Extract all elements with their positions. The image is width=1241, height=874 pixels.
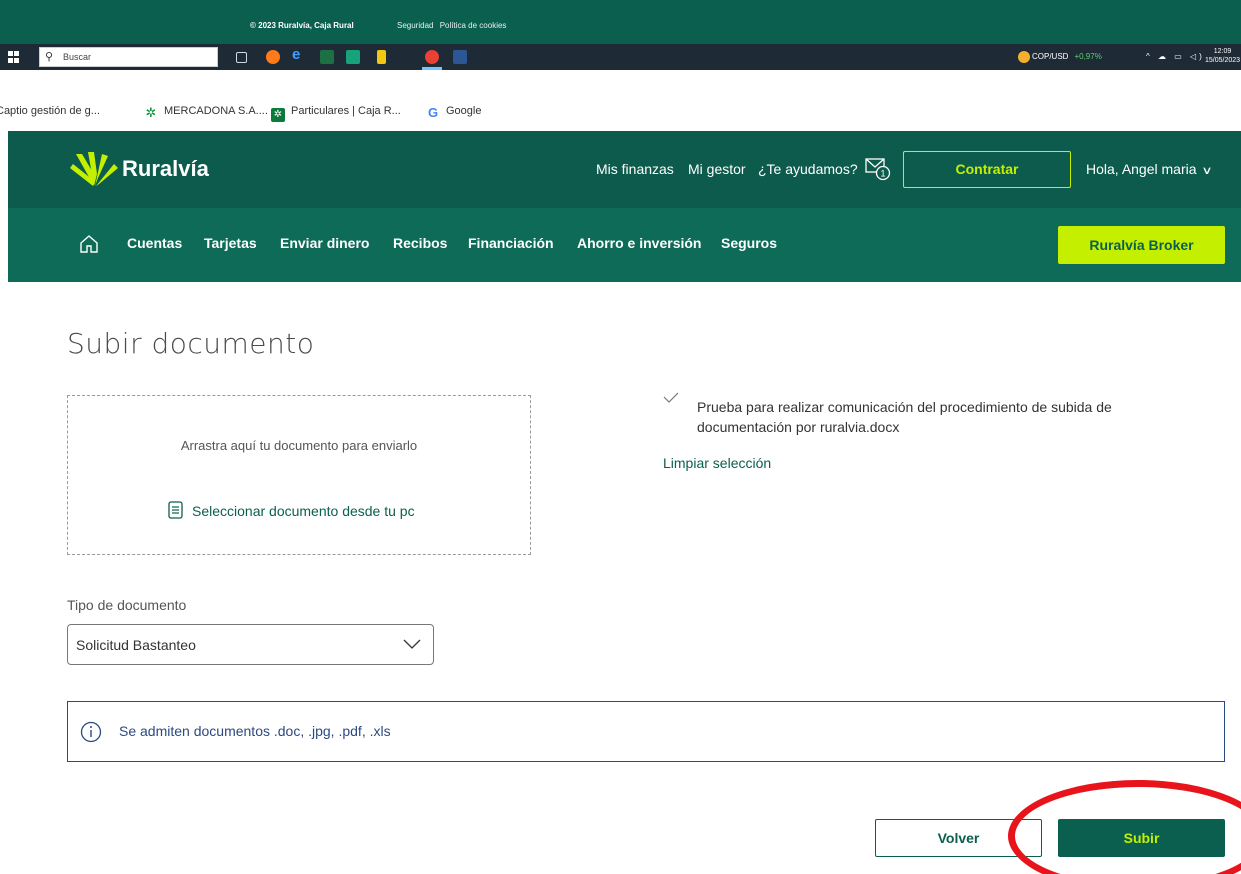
select-document-label: Seleccionar documento desde tu pc — [192, 503, 415, 519]
word-icon[interactable] — [453, 50, 467, 64]
windows-start-icon[interactable] — [8, 51, 20, 63]
bookmark-label: Particulares | Caja R... — [291, 105, 401, 117]
site-footer: © 2023 Ruralvía, Caja Rural Seguridad Po… — [0, 0, 1241, 44]
selected-file-name: Prueba para realizar comunicación del pr… — [697, 399, 1112, 435]
back-button[interactable]: Volver — [875, 819, 1042, 857]
taskbar-search-input[interactable]: ⚲ Buscar — [39, 47, 218, 67]
caja-rural-icon: ✲ — [271, 108, 285, 122]
active-app-indicator — [422, 67, 442, 70]
nav-item-seguros[interactable]: Seguros — [721, 235, 777, 251]
bookmark-label: Captio gestión de g... — [0, 105, 100, 117]
clock-date: 15/05/2023 — [1205, 57, 1241, 64]
windows-taskbar: ⚲ Buscar e COP/USD +0,97% ^ ☁ ▭ ◁) 12:09 … — [0, 44, 1241, 70]
doc-type-label: Tipo de documento — [67, 597, 187, 613]
taskbar-search-placeholder: Buscar — [63, 52, 92, 62]
user-menu[interactable]: Hola, Angel maria ∨ — [1086, 161, 1213, 177]
ticker-widget[interactable]: COP/USD +0,97% — [1032, 52, 1102, 61]
nav-item-financiacion[interactable]: Financiación — [468, 235, 554, 251]
internet-explorer-icon[interactable]: e — [292, 47, 306, 62]
taskbar-clock[interactable]: 12:09 15/05/2023 — [1205, 47, 1240, 65]
bookmark-label: MERCADONA S.A.... — [164, 105, 268, 117]
info-icon — [80, 721, 102, 743]
tr-app-icon[interactable] — [346, 50, 360, 64]
contratar-button[interactable]: Contratar — [903, 151, 1071, 188]
firefox-icon[interactable] — [266, 50, 280, 64]
main-nav: Cuentas Tarjetas Enviar dinero Recibos F… — [8, 208, 1241, 282]
page-title: Subir documento — [67, 327, 315, 360]
bookmark-label: Google — [446, 105, 482, 117]
site-header: Ruralvía Mis finanzas Mi gestor ¿Te ayud… — [8, 131, 1241, 282]
footer-links: Seguridad Política de cookies — [397, 21, 510, 30]
chrome-icon[interactable] — [425, 50, 439, 64]
nav-item-recibos[interactable]: Recibos — [393, 235, 447, 251]
header-link-mis-finanzas[interactable]: Mis finanzas — [596, 161, 674, 177]
nav-item-tarjetas[interactable]: Tarjetas — [204, 235, 257, 251]
footer-link-seguridad[interactable]: Seguridad — [397, 21, 433, 30]
ticker-change: +0,97% — [1074, 52, 1102, 61]
leaf-icon: ✲ — [145, 105, 157, 120]
task-view-icon[interactable] — [236, 52, 247, 63]
google-icon: G — [427, 105, 439, 120]
user-name: Angel maria — [1121, 161, 1197, 177]
info-notice: Se admiten documentos .doc, .jpg, .pdf, … — [67, 701, 1225, 762]
ruralvia-logo[interactable]: Ruralvía — [68, 149, 209, 189]
doc-type-value: Solicitud Bastanteo — [76, 637, 196, 653]
footer-link-cookies[interactable]: Política de cookies — [440, 21, 507, 30]
nav-item-enviar-dinero[interactable]: Enviar dinero — [280, 235, 369, 251]
document-icon — [168, 501, 183, 519]
bookmarks-bar: Captio gestión de g... ✲ MERCADONA S.A...… — [0, 100, 1241, 124]
footer-copyright: © 2023 Ruralvía, Caja Rural — [250, 21, 354, 30]
excel-icon[interactable] — [320, 50, 334, 64]
mail-count: 1 — [880, 169, 885, 179]
ruralvia-broker-button[interactable]: Ruralvía Broker — [1058, 226, 1225, 264]
select-document-link[interactable]: Seleccionar documento desde tu pc — [168, 501, 415, 519]
search-icon: ⚲ — [45, 51, 54, 63]
greeting: Hola, — [1086, 161, 1119, 177]
check-icon — [663, 392, 679, 403]
bookmark-captio[interactable]: Captio gestión de g... — [0, 105, 100, 117]
ruralvia-leaf-icon — [70, 152, 118, 186]
doc-type-select[interactable]: Solicitud Bastanteo — [67, 624, 434, 665]
bookmark-google[interactable]: G Google — [426, 105, 482, 120]
ticker-icon — [1018, 51, 1030, 63]
nav-item-ahorro-inversion[interactable]: Ahorro e inversión — [577, 235, 701, 251]
bookmark-mercadona[interactable]: ✲ MERCADONA S.A.... — [144, 105, 268, 120]
header-link-mi-gestor[interactable]: Mi gestor — [688, 161, 746, 177]
clock-time: 12:09 — [1213, 48, 1232, 55]
header-link-ayuda[interactable]: ¿Te ayudamos? — [758, 161, 858, 177]
chevron-down-icon: ∨ — [1200, 165, 1213, 177]
clear-selection-link[interactable]: Limpiar selección — [663, 455, 771, 471]
info-message: Se admiten documentos .doc, .jpg, .pdf, … — [119, 723, 391, 739]
ticker-name: COP/USD — [1032, 52, 1069, 61]
home-icon[interactable] — [79, 234, 99, 254]
mail-icon[interactable]: 1 — [865, 157, 891, 181]
upload-button[interactable]: Subir — [1058, 819, 1225, 857]
system-tray-icons[interactable]: ^ ☁ ▭ ◁) — [1146, 52, 1205, 61]
header-top-bar: Ruralvía Mis finanzas Mi gestor ¿Te ayud… — [8, 131, 1241, 208]
brand-name: Ruralvía — [122, 156, 209, 181]
dropzone-hint: Arrastra aquí tu documento para enviarlo — [180, 438, 418, 453]
file-explorer-icon[interactable] — [377, 50, 386, 64]
bookmark-caja-rural[interactable]: ✲ Particulares | Caja R... — [271, 105, 401, 122]
file-dropzone[interactable]: Arrastra aquí tu documento para enviarlo… — [67, 395, 531, 555]
nav-item-cuentas[interactable]: Cuentas — [127, 235, 182, 251]
chevron-down-icon — [403, 639, 421, 649]
